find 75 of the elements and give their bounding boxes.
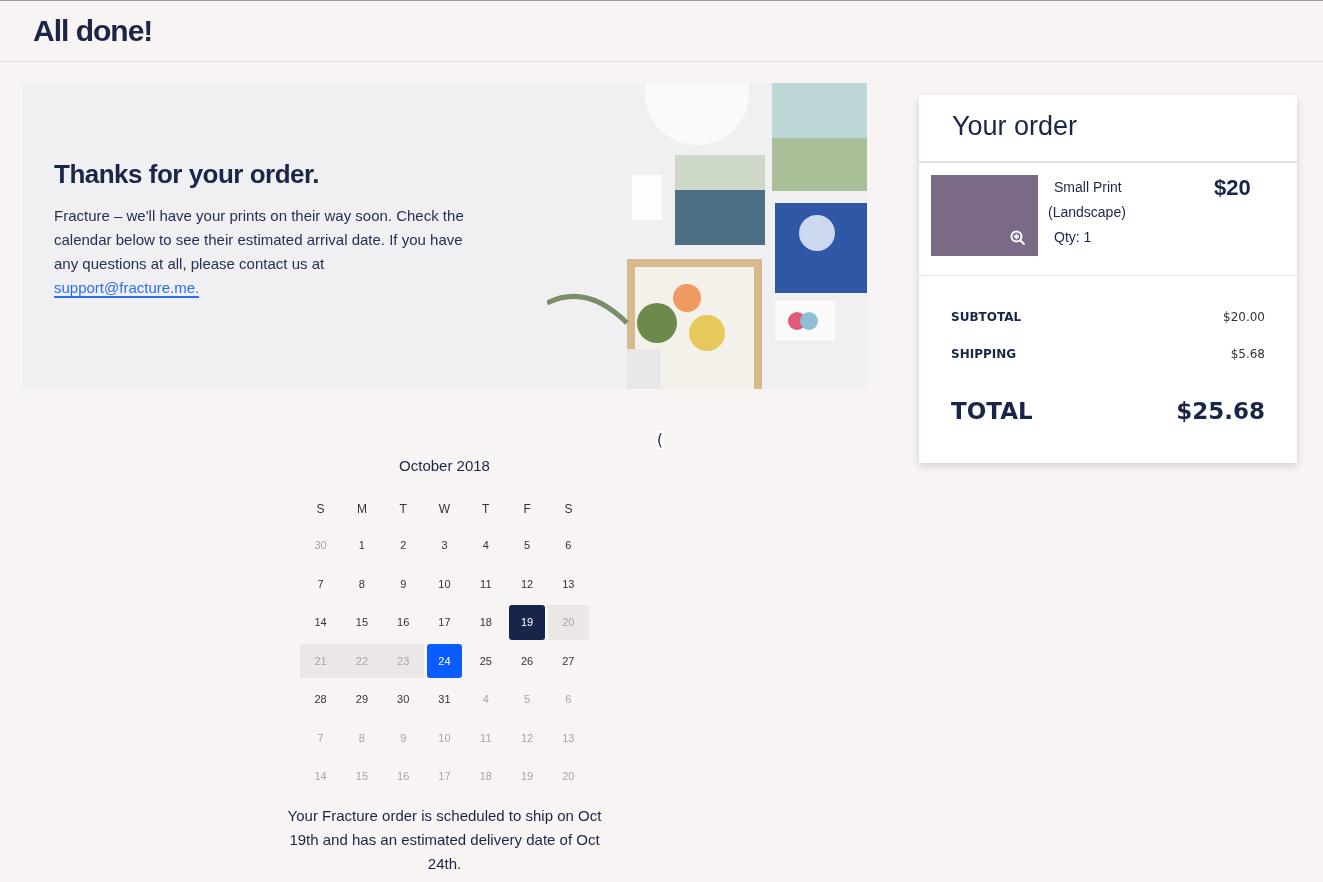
calendar-day: 16 — [382, 759, 424, 794]
calendar-day: 25 — [465, 643, 507, 678]
page-title: All done! — [33, 14, 153, 48]
calendar-day: 4 — [465, 682, 507, 717]
calendar-day: 30 — [299, 528, 342, 563]
calendar-day: 22 — [341, 643, 383, 678]
weekday-label: F — [522, 502, 532, 518]
calendar-day: 17 — [423, 759, 466, 794]
item-quantity: Qty: 1 — [1053, 228, 1093, 247]
text-fragment: ( — [656, 431, 664, 449]
calendar-day: 27 — [547, 643, 590, 678]
calendar-day: 19 — [506, 759, 548, 794]
calendar-day: 28 — [299, 682, 342, 717]
weekday-label: S — [315, 502, 326, 518]
calendar-day: 6 — [547, 528, 590, 563]
weekday-label: T — [481, 502, 491, 518]
calendar-month: October 2018 — [399, 457, 490, 474]
calendar-day: 21 — [299, 643, 342, 678]
calendar-day: 10 — [423, 720, 466, 755]
total-label: TOTAL — [951, 397, 1033, 424]
zoom-in-icon[interactable] — [1010, 230, 1026, 246]
calendar-day: 10 — [423, 566, 466, 601]
summary-value: $5.68 — [1230, 346, 1265, 361]
order-title: Your order — [919, 95, 1297, 163]
calendar-day: 13 — [547, 720, 590, 755]
weekday-label: T — [398, 502, 408, 518]
calendar-day: 26 — [506, 643, 548, 678]
item-price: $20 — [1214, 175, 1251, 202]
calendar-day: 5 — [506, 682, 548, 717]
calendar-day: 20 — [547, 759, 590, 794]
calendar-day: 15 — [341, 759, 383, 794]
summary-value: $20.00 — [1223, 309, 1265, 324]
calendar-day: 18 — [465, 759, 507, 794]
calendar-day: 18 — [465, 605, 507, 640]
calendar-day: 3 — [423, 528, 466, 563]
calendar-day: 11 — [465, 566, 507, 601]
calendar-day: 9 — [382, 720, 424, 755]
calendar-day: 1 — [341, 528, 383, 563]
calendar-day: 17 — [423, 605, 466, 640]
weekday-label: W — [437, 502, 452, 518]
calendar-day: 31 — [423, 682, 466, 717]
calendar-day: 9 — [382, 566, 424, 601]
weekday-label: M — [355, 502, 368, 518]
calendar-day: 30 — [382, 682, 424, 717]
calendar-day: 23 — [382, 643, 424, 678]
thanks-message: Fracture – we'll have your prints on their way soon. Check the calendar below to see their estimated arrival date. If you have any questions at all, please contact us at support@fracture.me. — [54, 206, 465, 300]
calendar-day: 12 — [506, 566, 548, 601]
calendar-day: 20 — [547, 605, 590, 640]
total-value: $25.68 — [1176, 397, 1265, 424]
support-email-link[interactable]: support@fracture.me. — [54, 279, 200, 298]
item-name: Small Print — [1053, 178, 1123, 197]
delivery-message: Your Fracture order is scheduled to ship on Oct 19th and has an estimated delivery date of Oct 24th. — [286, 805, 603, 874]
calendar-day: 2 — [382, 528, 424, 563]
weekday-label: S — [563, 502, 574, 518]
calendar-day: 16 — [382, 605, 424, 640]
calendar-day: 4 — [465, 528, 507, 563]
calendar-day: 15 — [341, 605, 383, 640]
thanks-heading: Thanks for your order. — [54, 159, 320, 190]
item-variant: (Landscape) — [1048, 203, 1127, 222]
summary-label: SUBTOTAL — [951, 309, 1022, 324]
calendar-day: 14 — [299, 605, 342, 640]
calendar-day: 11 — [465, 720, 507, 755]
calendar-day: 8 — [341, 566, 383, 601]
calendar-day: 24 — [426, 643, 463, 678]
calendar-day: 13 — [547, 566, 590, 601]
calendar-day: 12 — [506, 720, 548, 755]
calendar-day: 29 — [341, 682, 383, 717]
calendar-day: 14 — [299, 759, 342, 794]
calendar-day: 6 — [547, 682, 590, 717]
calendar-day: 19 — [509, 605, 545, 640]
calendar-day: 7 — [299, 720, 342, 755]
summary-label: SHIPPING — [951, 346, 1017, 361]
calendar-day: 5 — [506, 528, 548, 563]
calendar-day: 8 — [341, 720, 383, 755]
calendar-day: 7 — [299, 566, 342, 601]
